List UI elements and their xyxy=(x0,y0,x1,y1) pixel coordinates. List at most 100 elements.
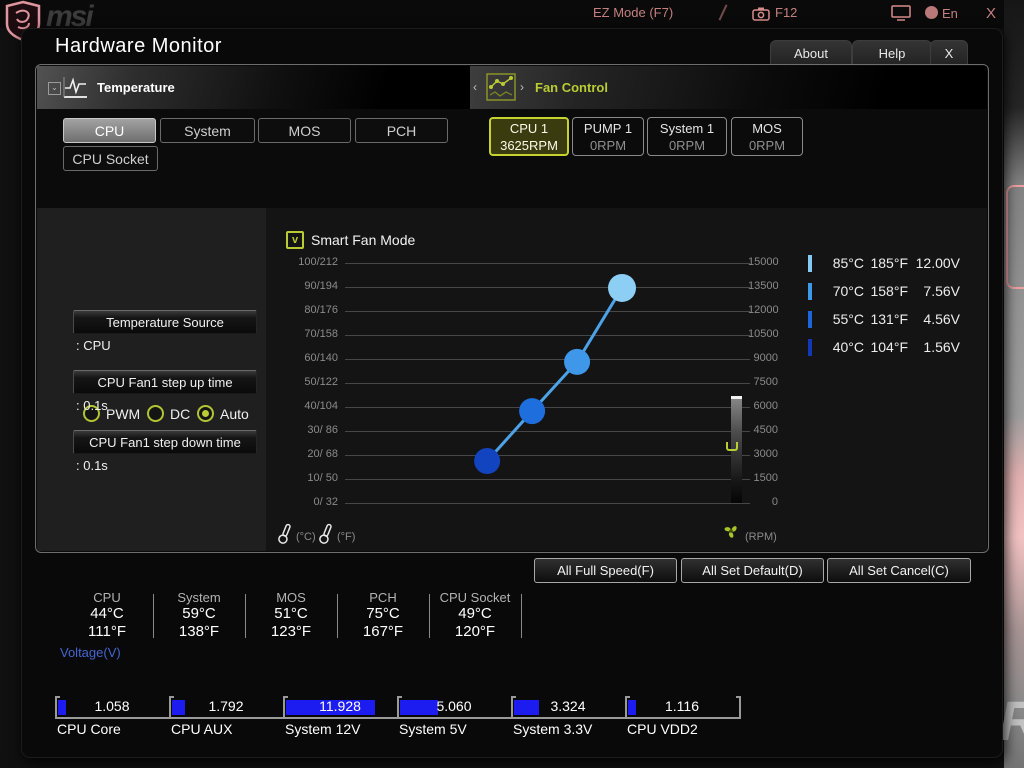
y-axis-label: 70/158 xyxy=(280,328,338,340)
fan-rpm-icon xyxy=(722,522,740,540)
legend-temp-f: 131°F xyxy=(866,311,908,327)
smart-fan-checkbox[interactable]: v xyxy=(286,231,304,249)
window-button-x[interactable]: X xyxy=(930,40,968,66)
legend-voltage: 1.56V xyxy=(910,339,960,355)
window-button-about[interactable]: About xyxy=(770,40,852,66)
gauge-label: CPU AUX xyxy=(171,721,232,737)
legend-temp-c: 85°C xyxy=(820,255,864,271)
legend-temp-f: 158°F xyxy=(866,283,908,299)
readout-fahrenheit: 167°F xyxy=(341,623,425,641)
fan-curve-svg xyxy=(345,255,750,511)
readout-fahrenheit: 111°F xyxy=(65,623,149,641)
readout-celsius: 51°C xyxy=(249,605,333,623)
readout-separator xyxy=(429,594,430,638)
readout-cpu-socket: CPU Socket49°C120°F xyxy=(433,591,517,641)
gauge-value: 11.928 xyxy=(283,698,397,714)
radio-circle xyxy=(197,405,214,422)
rpm-axis-label: 6000 xyxy=(748,400,778,412)
action-button-0[interactable]: All Full Speed(F) xyxy=(534,558,677,583)
thermometer-fahrenheit-icon xyxy=(319,523,333,545)
legend-row: 55°C131°F4.56V xyxy=(806,308,966,336)
fan-tab-rpm: 0RPM xyxy=(669,137,705,154)
y-axis-label: 30/ 86 xyxy=(280,424,338,436)
temp-tab-pch[interactable]: PCH xyxy=(355,118,448,143)
gauge-value: 1.058 xyxy=(55,698,169,714)
legend-color-bar xyxy=(808,339,812,356)
fan-tab-cpu-1[interactable]: CPU 13625RPM xyxy=(489,117,569,156)
legend-color-bar xyxy=(808,283,812,300)
monitor-icon[interactable] xyxy=(891,5,911,21)
readout-pch: PCH75°C167°F xyxy=(341,591,425,641)
legend-row: 40°C104°F1.56V xyxy=(806,336,966,364)
rpm-axis-label: 3000 xyxy=(748,448,778,460)
gauge-label: System 5V xyxy=(399,721,467,737)
rpm-axis-label: 7500 xyxy=(748,376,778,388)
language-icon[interactable] xyxy=(925,6,938,19)
gauge-label: System 12V xyxy=(285,721,360,737)
gauge-value: 5.060 xyxy=(397,698,511,714)
temp-tab-system[interactable]: System xyxy=(160,118,255,143)
monitor-panel: ⌄ Temperature ‹ › Fan Control CPUSystemM… xyxy=(35,64,989,553)
fan-curve-point-40c[interactable] xyxy=(474,448,500,474)
next-section-arrow[interactable]: › xyxy=(520,80,524,94)
fan-tab-system-1[interactable]: System 10RPM xyxy=(647,117,727,156)
divider xyxy=(719,4,728,20)
fan-mode-radio-auto[interactable]: Auto xyxy=(197,405,249,422)
readout-celsius: 59°C xyxy=(157,605,241,623)
gauge-label: System 3.3V xyxy=(513,721,592,737)
fan-tab-rpm: 3625RPM xyxy=(500,137,558,154)
legend-temp-f: 104°F xyxy=(866,339,908,355)
action-button-1[interactable]: All Set Default(D) xyxy=(681,558,824,583)
gauge-label: CPU VDD2 xyxy=(627,721,698,737)
window-button-help[interactable]: Help xyxy=(852,40,932,66)
field-button-2[interactable]: CPU Fan1 step down time xyxy=(73,430,257,454)
gauge-baseline xyxy=(55,717,741,719)
ez-mode-button[interactable]: EZ Mode (F7) xyxy=(593,5,673,20)
field-button-1[interactable]: CPU Fan1 step up time xyxy=(73,370,257,394)
fan-tab-mos[interactable]: MOS0RPM xyxy=(731,117,803,156)
radio-dot xyxy=(202,410,209,417)
voltage-section-title: Voltage(V) xyxy=(60,645,121,660)
radio-label: Auto xyxy=(220,406,249,422)
y-axis-label: 100/212 xyxy=(280,256,338,268)
fan-curve-point-85c[interactable] xyxy=(608,274,636,302)
y-axis-label: 80/176 xyxy=(280,304,338,316)
readout-mos: MOS51°C123°F xyxy=(249,591,333,641)
readout-fahrenheit: 123°F xyxy=(249,623,333,641)
legend-temp-c: 55°C xyxy=(820,311,864,327)
fan-tab-pump-1[interactable]: PUMP 10RPM xyxy=(572,117,644,156)
field-button-0[interactable]: Temperature Source xyxy=(73,310,257,334)
gauge-value: 1.792 xyxy=(169,698,283,714)
fan-settings-pane: PWMDCAutoTemperature Source: CPUCPU Fan1… xyxy=(37,208,266,551)
legend-voltage: 12.00V xyxy=(910,255,960,271)
rpm-axis-label: 4500 xyxy=(748,424,778,436)
temperature-graph-icon xyxy=(62,75,89,100)
collapse-checkbox[interactable]: ⌄ xyxy=(48,82,61,95)
temp-tab-cpu[interactable]: CPU xyxy=(63,118,156,143)
y-axis-label: 0/ 32 xyxy=(280,496,338,508)
readout-label: CPU xyxy=(65,591,149,605)
readout-label: CPU Socket xyxy=(433,591,517,605)
y-axis-label: 60/140 xyxy=(280,352,338,364)
temp-tab-cpu-socket[interactable]: CPU Socket xyxy=(63,146,158,171)
action-button-2[interactable]: All Set Cancel(C) xyxy=(827,558,971,583)
legend-row: 85°C185°F12.00V xyxy=(806,252,966,280)
screenshot-camera-icon[interactable] xyxy=(752,7,770,21)
y-axis-label: 50/122 xyxy=(280,376,338,388)
gauge-value: 1.116 xyxy=(625,698,739,714)
language-label[interactable]: En xyxy=(942,6,958,21)
prev-section-arrow[interactable]: ‹ xyxy=(473,80,477,94)
f12-label: F12 xyxy=(775,5,797,20)
readout-label: PCH xyxy=(341,591,425,605)
fan-mode-radio-dc[interactable]: DC xyxy=(147,405,190,422)
fahrenheit-unit-label: (°F) xyxy=(337,531,355,543)
fan-curve-point-70c[interactable] xyxy=(564,349,590,375)
bios-close-icon[interactable]: X xyxy=(986,5,996,22)
temp-tab-mos[interactable]: MOS xyxy=(258,118,351,143)
rpm-axis-label: 15000 xyxy=(748,256,778,268)
bios-top-bar: msi EZ Mode (F7) F12 En X xyxy=(0,0,1024,28)
fan-section-title: Fan Control xyxy=(535,80,608,95)
readout-label: MOS xyxy=(249,591,333,605)
fan-curve-point-55c[interactable] xyxy=(519,398,545,424)
legend-voltage: 4.56V xyxy=(910,311,960,327)
